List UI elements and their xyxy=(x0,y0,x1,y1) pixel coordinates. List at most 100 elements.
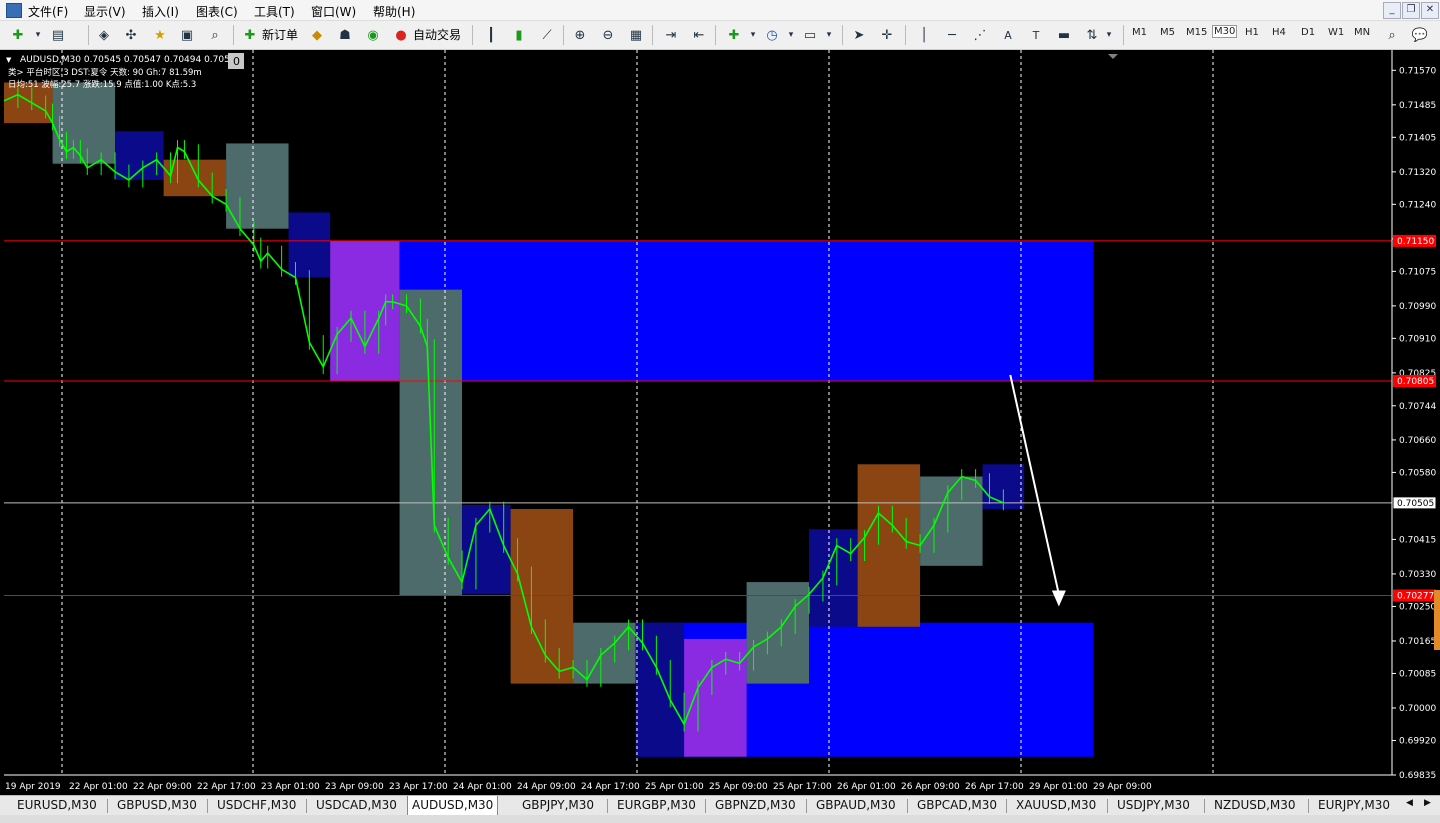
profiles-icon[interactable]: ▤ xyxy=(48,25,68,45)
dropdown-arrow-icon[interactable]: ▾ xyxy=(743,25,763,45)
tab-gbpaud[interactable]: GBPAUD,M30 xyxy=(816,798,896,814)
chart-shift-icon[interactable]: ⇤ xyxy=(689,25,709,45)
tf-h1[interactable]: H1 xyxy=(1245,27,1259,38)
indicators-icon[interactable]: ✚ xyxy=(724,25,744,45)
x-tick-label-3: 22 Apr 17:00 xyxy=(197,782,256,792)
tf-m1[interactable]: M1 xyxy=(1132,27,1147,38)
restore-icon[interactable]: ❐ xyxy=(1402,2,1420,19)
tf-h4[interactable]: H4 xyxy=(1272,27,1286,38)
tf-w1[interactable]: W1 xyxy=(1328,27,1344,38)
text-label-icon[interactable]: T xyxy=(1026,25,1046,45)
tf-m5[interactable]: M5 xyxy=(1160,27,1175,38)
collapse-arrow-icon[interactable]: ▼ xyxy=(6,56,12,64)
tab-scroll-left-icon[interactable]: ◀ xyxy=(1406,798,1413,814)
dropdown-arrow-icon[interactable]: ▾ xyxy=(28,25,48,45)
new-order-icon[interactable]: ✚ xyxy=(240,25,260,45)
auto-trading-icon[interactable]: ● xyxy=(391,25,411,45)
tab-usdjpy[interactable]: USDJPY,M30 xyxy=(1117,798,1190,814)
community-icon[interactable]: ☗ xyxy=(335,25,355,45)
tab-usdcad[interactable]: USDCAD,M30 xyxy=(316,798,397,814)
tab-gbpnzd[interactable]: GBPNZD,M30 xyxy=(715,798,796,814)
zone-box-10 xyxy=(510,508,574,684)
menu-window[interactable]: 窗口(W) xyxy=(311,3,356,20)
menu-help[interactable]: 帮助(H) xyxy=(373,3,415,20)
x-tick-label-16: 29 Apr 01:00 xyxy=(1029,782,1088,792)
tab-eurusd[interactable]: EURUSD,M30 xyxy=(17,798,97,814)
minimize-icon[interactable]: _ xyxy=(1383,2,1401,19)
periods-clock-icon[interactable]: ◷ xyxy=(762,25,782,45)
tab-gbpjpy[interactable]: GBPJPY,M30 xyxy=(522,798,594,814)
y-tick-label-3: 0.71320 xyxy=(1399,168,1436,178)
y-tick-label-20: 0.69835 xyxy=(1399,771,1436,781)
menu-view[interactable]: 显示(V) xyxy=(84,3,126,20)
rectangle-icon[interactable]: ▬ xyxy=(1054,25,1074,45)
bar-chart-icon[interactable]: ┃ xyxy=(481,25,501,45)
crosshair-icon[interactable]: ✛ xyxy=(877,25,897,45)
tab-scroll-right-icon[interactable]: ▶ xyxy=(1424,798,1431,814)
tab-xauusd[interactable]: XAUUSD,M30 xyxy=(1016,798,1096,814)
channel-icon[interactable]: ⋰ xyxy=(970,25,990,45)
y-tick-label-11: 0.70660 xyxy=(1399,436,1436,446)
y-tick-label-0: 0.71570 xyxy=(1399,66,1436,76)
x-tick-label-2: 22 Apr 09:00 xyxy=(133,782,192,792)
y-tick-label-18: 0.70000 xyxy=(1399,704,1436,714)
vertical-line-icon[interactable]: │ xyxy=(914,25,934,45)
chart-area[interactable]: 0.71570 0.71485 0.71405 0.71320 0.71240 0.711… xyxy=(0,50,1440,795)
close-icon[interactable]: ✕ xyxy=(1421,2,1439,19)
dropdown-arrow-icon[interactable]: ▾ xyxy=(1099,25,1119,45)
auto-trading-button[interactable]: 自动交易 xyxy=(413,26,461,43)
menu-file[interactable]: 文件(F) xyxy=(28,3,68,20)
zoom-out-icon[interactable]: ⊖ xyxy=(598,25,618,45)
chart-tabs: EURUSD,M30 GBPUSD,M30 USDCHF,M30 USDCAD,… xyxy=(0,795,1440,816)
menu-insert[interactable]: 插入(I) xyxy=(142,3,179,20)
market-watch-icon[interactable]: ◈ xyxy=(94,25,114,45)
y-tick-label-19: 0.69920 xyxy=(1399,736,1436,746)
cursor-icon[interactable]: ➤ xyxy=(849,25,869,45)
tile-windows-icon[interactable]: ▦ xyxy=(626,25,646,45)
terminal-icon[interactable]: ▣ xyxy=(177,25,197,45)
menu-tools[interactable]: 工具(T) xyxy=(254,3,295,20)
badge-value: 0 xyxy=(233,55,240,68)
dropdown-arrow-icon[interactable]: ▾ xyxy=(781,25,801,45)
tf-m30[interactable]: M30 xyxy=(1212,25,1238,38)
tab-eurjpy[interactable]: EURJPY,M30 xyxy=(1318,798,1390,814)
new-order-button[interactable]: 新订单 xyxy=(262,26,298,43)
zone-box-5 xyxy=(288,212,331,278)
tab-nzdusd[interactable]: NZDUSD,M30 xyxy=(1214,798,1296,814)
tf-d1[interactable]: D1 xyxy=(1301,27,1315,38)
zoom-in-icon[interactable]: ⊕ xyxy=(570,25,590,45)
menu-bar: 文件(F) 显示(V) 插入(I) 图表(C) 工具(T) 窗口(W) 帮助(H… xyxy=(0,0,1440,21)
metaeditor-icon[interactable]: ◆ xyxy=(307,25,327,45)
price-label-1: 0.70805 xyxy=(1397,377,1434,387)
dropdown-arrow-icon[interactable]: ▾ xyxy=(819,25,839,45)
price-label-3: 0.70277 xyxy=(1397,591,1434,601)
search-icon[interactable]: ⌕ xyxy=(1382,25,1402,45)
strategy-tester-icon[interactable]: ⌕ xyxy=(205,25,225,45)
favorites-icon[interactable]: ★ xyxy=(150,25,170,45)
zone-box-15 xyxy=(746,582,810,684)
x-tick-label-7: 24 Apr 01:00 xyxy=(453,782,512,792)
templates-icon[interactable]: ▭ xyxy=(800,25,820,45)
menu-charts[interactable]: 图表(C) xyxy=(196,3,238,20)
price-label-0: 0.71150 xyxy=(1397,237,1434,247)
chat-icon[interactable]: 💬 xyxy=(1410,25,1430,45)
tab-gbpusd[interactable]: GBPUSD,M30 xyxy=(117,798,197,814)
x-tick-label-17: 29 Apr 09:00 xyxy=(1093,782,1152,792)
new-chart-icon[interactable]: ✚ xyxy=(8,25,28,45)
zone-box-17 xyxy=(857,464,921,627)
tab-usdchf[interactable]: USDCHF,M30 xyxy=(217,798,296,814)
tf-m15[interactable]: M15 xyxy=(1186,27,1207,38)
candlestick-icon[interactable]: ▮ xyxy=(509,25,529,45)
line-chart-icon[interactable]: ⟋ xyxy=(537,25,557,45)
navigator-icon[interactable]: ✣ xyxy=(121,25,141,45)
tab-audusd[interactable]: AUDUSD,M30 xyxy=(407,796,499,816)
tab-gbpcad[interactable]: GBPCAD,M30 xyxy=(917,798,997,814)
signals-icon[interactable]: ◉ xyxy=(363,25,383,45)
y-tick-label-14: 0.70330 xyxy=(1399,570,1436,580)
auto-scroll-icon[interactable]: ⇥ xyxy=(661,25,681,45)
text-icon[interactable]: A xyxy=(998,25,1018,45)
price-chart[interactable]: 0.71570 0.71485 0.71405 0.71320 0.71240 0.711… xyxy=(0,50,1440,795)
tf-mn[interactable]: MN xyxy=(1354,27,1370,38)
horizontal-line-icon[interactable]: ─ xyxy=(942,25,962,45)
tab-eurgbp[interactable]: EURGBP,M30 xyxy=(617,798,696,814)
